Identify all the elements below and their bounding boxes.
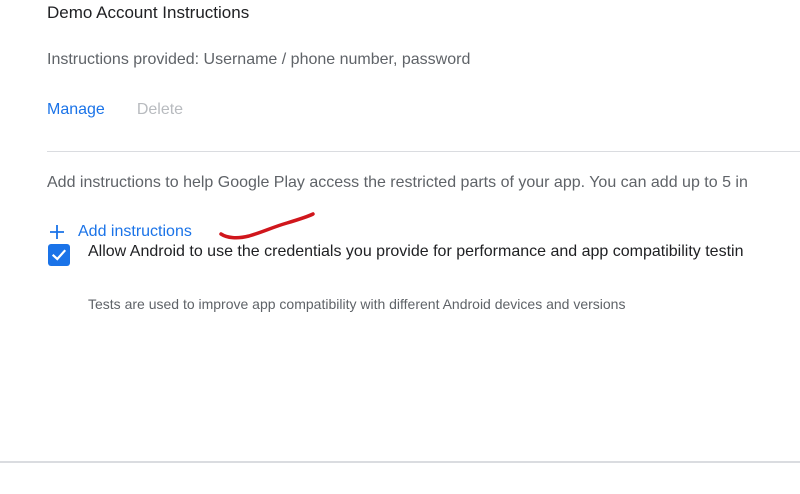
instruction-actions: Manage Delete [47,101,183,119]
allow-credentials-label: Allow Android to use the credentials you… [88,243,744,260]
add-instructions-label: Add instructions [78,223,192,240]
instructions-provided-text: Instructions provided: Username / phone … [47,51,471,68]
demo-account-section: Demo Account Instructions Instructions p… [0,0,800,494]
bottom-divider [0,461,800,463]
manage-link[interactable]: Manage [47,101,105,119]
checkmark-icon [51,249,67,261]
section-divider [47,151,800,152]
add-instructions-button[interactable]: Add instructions [47,222,192,242]
allow-credentials-sublabel: Tests are used to improve app compatibil… [88,296,626,312]
allow-credentials-checkbox[interactable] [48,244,70,266]
delete-link[interactable]: Delete [137,101,183,119]
section-title: Demo Account Instructions [47,3,250,22]
help-text: Add instructions to help Google Play acc… [47,174,748,191]
plus-icon [47,222,67,242]
red-annotation-scribble [219,212,315,240]
